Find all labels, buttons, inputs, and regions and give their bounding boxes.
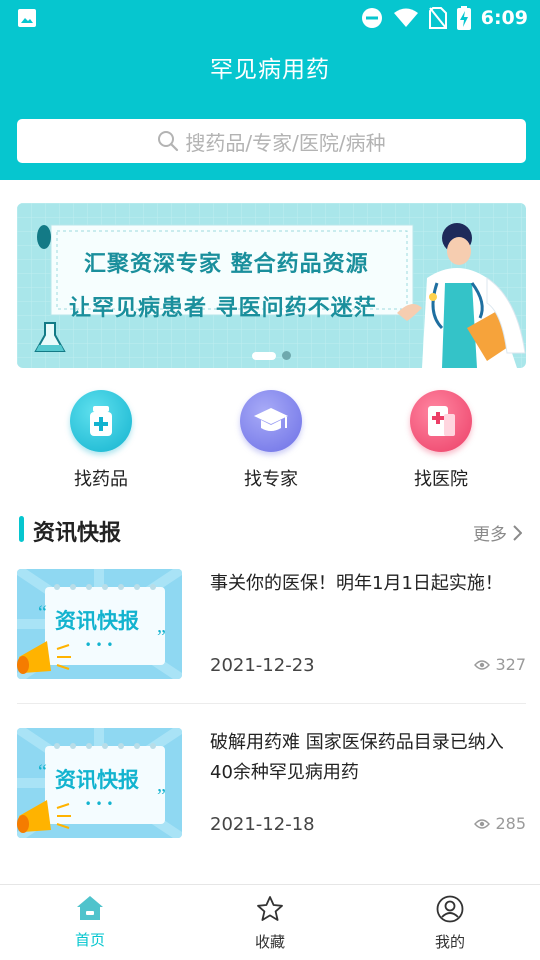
svg-text:”: ” xyxy=(157,785,166,807)
chevron-right-icon xyxy=(513,524,522,541)
more-link[interactable]: 更多 xyxy=(473,520,522,545)
wifi-icon xyxy=(393,8,418,27)
promo-banner[interactable] xyxy=(17,203,526,368)
svg-text:• • •: • • • xyxy=(85,638,114,652)
section-accent-bar xyxy=(19,516,24,542)
news-item[interactable]: “ ” • • • 资讯快报 破解用药难 国家医保药品目录已纳入40余种罕见病用… xyxy=(17,728,526,838)
battery-charging-icon xyxy=(456,6,471,30)
svg-text:• • •: • • • xyxy=(85,797,114,811)
tab-profile[interactable]: 我的 xyxy=(390,895,510,952)
dnd-icon xyxy=(361,8,382,28)
hospital-icon xyxy=(410,390,472,452)
search-input[interactable]: 搜药品/专家/医院/病种 xyxy=(17,119,526,163)
status-time: 6:09 xyxy=(480,7,528,29)
quick-action-find-expert[interactable]: 找专家 xyxy=(206,390,336,491)
banner-dot-active xyxy=(252,351,276,360)
page-title: 罕见病用药 xyxy=(210,57,330,83)
quick-action-label: 找医院 xyxy=(414,469,468,490)
news-divider xyxy=(17,703,526,704)
news-thumbnail-label: 资讯快报 xyxy=(55,768,139,792)
profile-icon xyxy=(436,895,464,923)
news-view-count: 327 xyxy=(495,655,526,674)
news-views: 285 xyxy=(474,814,526,833)
eye-icon xyxy=(474,659,491,670)
tab-home[interactable]: 首页 xyxy=(30,895,150,950)
section-title: 资讯快报 xyxy=(33,521,122,546)
quick-action-find-hospital[interactable]: 找医院 xyxy=(376,390,506,491)
tab-label: 我的 xyxy=(434,933,465,951)
quick-action-label: 找专家 xyxy=(244,469,298,490)
graduation-cap-icon xyxy=(240,390,302,452)
svg-text:“: “ xyxy=(38,761,47,783)
banner-pagination xyxy=(252,351,291,360)
star-icon xyxy=(257,896,283,921)
home-icon xyxy=(77,896,103,920)
banner-headline-2: 让罕见病患者 寻医问药不迷茫 xyxy=(69,296,377,321)
news-date: 2021-12-18 xyxy=(210,814,315,835)
news-thumbnail: “ ” • • • 资讯快报 xyxy=(17,569,182,679)
image-icon xyxy=(18,9,36,27)
news-thumbnail-label: 资讯快报 xyxy=(55,609,139,633)
banner-headline-1: 汇聚资深专家 整合药品资源 xyxy=(84,252,369,277)
news-view-count: 285 xyxy=(495,814,526,833)
news-thumbnail: “ ” • • • 资讯快报 xyxy=(17,728,182,838)
quick-action-label: 找药品 xyxy=(74,469,128,490)
bottom-tab-bar: 首页 收藏 我的 xyxy=(0,884,540,960)
tab-favorites[interactable]: 收藏 xyxy=(210,895,330,952)
banner-illustration xyxy=(17,203,526,368)
banner-dot xyxy=(282,351,291,360)
news-item[interactable]: “ ” • • • 资讯快报 事关你的医保！明年1月1日起实施！ 2021-12… xyxy=(17,569,526,679)
tab-label: 首页 xyxy=(74,931,105,949)
news-title: 事关你的医保！明年1月1日起实施！ xyxy=(210,573,503,594)
more-label: 更多 xyxy=(473,525,507,545)
eye-icon xyxy=(474,818,491,829)
news-section-header: 资讯快报 更多 xyxy=(17,512,526,548)
search-placeholder: 搜药品/专家/医院/病种 xyxy=(185,130,386,155)
quick-action-find-medicine[interactable]: 找药品 xyxy=(36,390,166,491)
news-title: 破解用药难 国家医保药品目录已纳入40余种罕见病用药 xyxy=(210,732,504,783)
status-bar: 6:09 xyxy=(0,0,540,36)
search-icon xyxy=(158,131,179,152)
svg-text:“: “ xyxy=(38,602,47,624)
no-sim-icon xyxy=(428,7,447,29)
news-views: 327 xyxy=(474,655,526,674)
news-date: 2021-12-23 xyxy=(210,655,315,676)
tab-label: 收藏 xyxy=(254,933,285,951)
medicine-bottle-icon xyxy=(70,390,132,452)
svg-text:”: ” xyxy=(157,626,166,648)
